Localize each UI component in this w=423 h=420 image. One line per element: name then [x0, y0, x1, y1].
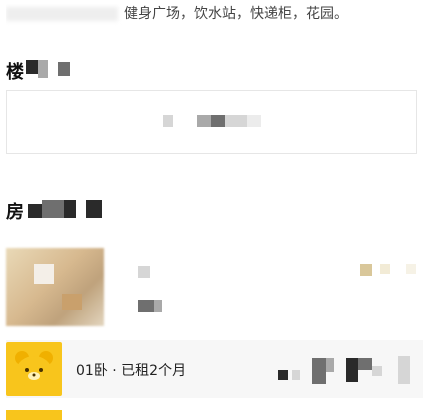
tenant-label: 01卧 · 已租2个月	[76, 363, 187, 379]
next-tenant-avatar	[6, 410, 62, 420]
pixelated-text	[58, 62, 70, 76]
building-info-box[interactable]	[6, 90, 417, 154]
pixelated-text	[38, 60, 48, 78]
pixelated-text	[86, 200, 102, 218]
pixelated-text	[26, 60, 38, 74]
room-section-title: 房	[6, 202, 24, 223]
building-section-title: 楼	[6, 62, 24, 83]
blurred-text	[6, 7, 118, 21]
pixelated-text	[42, 200, 64, 218]
room-card[interactable]	[6, 244, 423, 328]
pixelated-text	[64, 200, 76, 218]
pixelated-text	[28, 204, 42, 218]
tenant-row[interactable]: 01卧 · 已租2个月	[6, 340, 423, 398]
room-thumbnail	[6, 248, 104, 326]
facilities-text: 健身广场，饮水站，快递柜，花园。	[6, 4, 423, 26]
bear-face-icon	[6, 342, 62, 396]
